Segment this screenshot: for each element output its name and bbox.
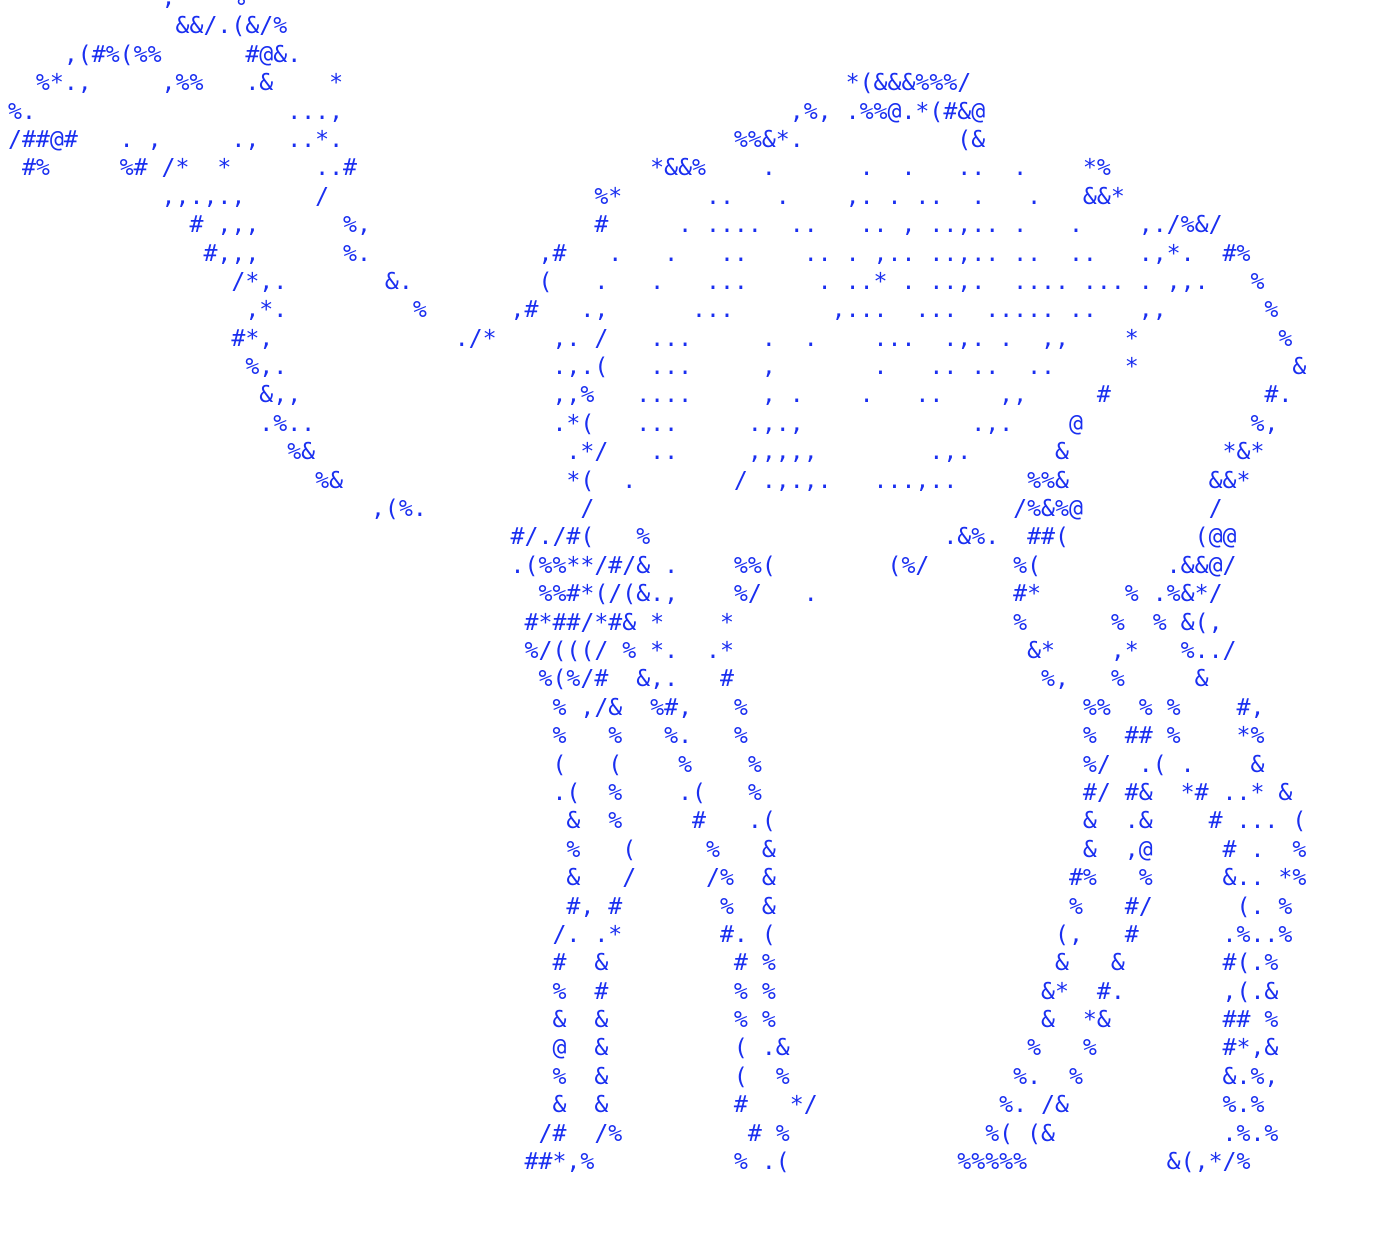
ascii-art-line: %& .*/ .. ,,,,, .,. & *&*: [8, 438, 1265, 466]
ascii-art-line: # & # % & & #(.%: [8, 949, 1279, 977]
ascii-art-line: /*,. &. ( . . ... . ..* . ..,. .... ... …: [8, 267, 1265, 295]
ascii-art-line: @ & ( .& % % #*,&: [8, 1034, 1279, 1062]
ascii-art-line: ,(#%(%% #@&.: [8, 40, 1153, 68]
ascii-art-line: /##@# . , ., ..*. %%&*. (&: [8, 125, 1153, 153]
ascii-art-line: & % # .( & .& # ... (: [8, 807, 1307, 835]
ascii-art-camel: , % &&/.(&/% ,(#%(%% #@&.: [8, 0, 1306, 1176]
ascii-art-line: #/./#( % .&%. ##( (@@: [8, 523, 1237, 551]
ascii-art-line: &,, ,,% .... , . . .. ,, # #.: [8, 381, 1293, 409]
ascii-art-line: .(%%**/#/& . %%( (%/ %( .&&@/: [8, 551, 1237, 579]
ascii-art-line: # ,,, %, # . .... .. .. , ..,.. . . ,./%…: [8, 211, 1223, 239]
ascii-art-line: % & ( % %. % &.%,: [8, 1062, 1279, 1090]
ascii-art-line: % # % % &* #. ,(.&: [8, 977, 1279, 1005]
ascii-art-line: #, # % & % #/ (. %: [8, 892, 1293, 920]
ascii-art-line: .%.. .*( ... .,., .,. @ %,: [8, 409, 1279, 437]
ascii-art-line: % ( % & & ,@ # . %: [8, 835, 1307, 863]
ascii-art-line: .( % .( % #/ #& *# ..* &: [8, 778, 1293, 806]
ascii-art-line: , %: [8, 0, 1306, 12]
ascii-art-line: %. ..., ,%, .%%@.*(#&@: [8, 97, 1153, 125]
ascii-art-line: %(%/# &,. # %, % &: [8, 665, 1209, 693]
ascii-art-line: #% %# /* * ..# *&&% . . . .. . *%: [8, 154, 1153, 182]
ascii-art-line: & / /% & #% % &.. *%: [8, 864, 1307, 892]
ascii-art-line: ,(%. / /%&%@ /: [8, 495, 1223, 523]
ascii-art-line: ( ( % % %/ .( . &: [8, 750, 1265, 778]
ascii-art-line: & & % % & *& ## %: [8, 1006, 1279, 1034]
ascii-art-line: %,. .,.( ... , . .. .. .. * &: [8, 353, 1307, 381]
ascii-art-line: ,,.,., / %* .. . ,. . .. . . &&*: [8, 182, 1153, 210]
ascii-art-line: /. .* #. ( (, # .%..%: [8, 920, 1293, 948]
ascii-art-line: ##*,% % .( %%%%% &(,*/%: [8, 1148, 1251, 1176]
ascii-art-line: %*., ,%% .& * *(&&&%%%/: [8, 69, 1153, 97]
ascii-art-line: ,*. % ,# ., ... ,... ... ..... .. ,, %: [8, 296, 1279, 324]
ascii-art-line: & & # */ %. /& %.%: [8, 1091, 1265, 1119]
ascii-art-line: /# /% # % %( (& .%.%: [8, 1119, 1279, 1147]
ascii-art-line: %%#*(/(&., %/ . #* % .%&*/: [8, 580, 1223, 608]
ascii-art-line: %/(((/ % *. .* &* ,* %../: [8, 636, 1237, 664]
ascii-art-line: #*, ./* ,. / ... . . ... .,. . ,, * %: [8, 324, 1293, 352]
ascii-art-line: % % %. % % ## % *%: [8, 722, 1265, 750]
ascii-art-line: #*##/*#& * * % % % &(,: [8, 608, 1223, 636]
ascii-art-line: % ,/& %#, % %% % % #,: [8, 693, 1265, 721]
ascii-art-line: %& *( . / .,.,. ...,.. %%& &&*: [8, 466, 1251, 494]
ascii-art-line: &&/.(&/%: [8, 12, 1153, 40]
ascii-art-line: #,,, %. ,# . . .. .. . ,.. ..,.. .. .. .…: [8, 239, 1251, 267]
